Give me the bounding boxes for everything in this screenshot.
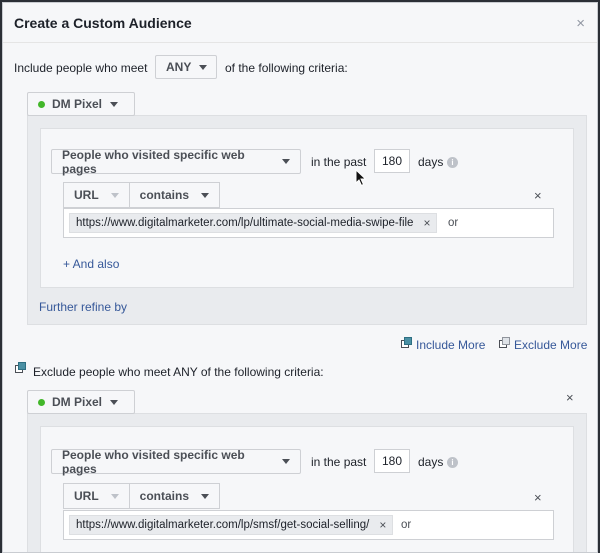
include-rule-type-label: People who visited specific web pages	[62, 147, 245, 176]
chevron-down-icon	[282, 159, 290, 164]
days-label: days	[418, 155, 444, 169]
include-field-label: URL	[74, 188, 99, 202]
include-days-input[interactable]: 180	[374, 149, 410, 173]
include-prefix: Include people who meet	[14, 61, 148, 75]
pixel-status-dot	[38, 100, 45, 108]
exclude-pixel-panel: People who visited specific web pages in…	[27, 413, 587, 552]
exclude-field-dropdown[interactable]: URL	[63, 483, 130, 509]
mouse-cursor-icon	[355, 169, 367, 187]
info-icon[interactable]: i	[447, 457, 458, 468]
exclude-days-input[interactable]: 180	[374, 449, 410, 473]
exclude-label: Exclude people who meet ANY of the follo…	[33, 365, 324, 379]
chevron-down-icon	[199, 64, 208, 70]
exclude-url-token: https://www.digitalmarketer.com/lp/smsf/…	[69, 515, 394, 535]
chevron-down-icon	[110, 399, 119, 405]
days-label: days	[418, 455, 444, 469]
chevron-down-icon	[201, 192, 210, 198]
or-label: or	[401, 519, 412, 531]
further-refine-link[interactable]: Further refine by	[39, 300, 127, 314]
remove-exclusion-icon[interactable]: ×	[566, 390, 574, 405]
include-operator-dropdown[interactable]: contains	[129, 182, 221, 208]
info-icon[interactable]: i	[447, 157, 458, 168]
remove-rule-icon[interactable]: ×	[534, 490, 542, 505]
include-url-field[interactable]: https://www.digitalmarketer.com/lp/ultim…	[63, 208, 554, 238]
dialog-title: Create a Custom Audience	[14, 15, 192, 31]
dialog-header: Create a Custom Audience ×	[3, 3, 597, 43]
chevron-down-icon	[110, 101, 119, 107]
exclude-operator-label: contains	[139, 489, 190, 503]
custom-audience-dialog: Create a Custom Audience × Include peopl…	[2, 2, 598, 553]
include-more-link[interactable]: Include More	[416, 338, 485, 352]
exclude-operator-dropdown[interactable]: contains	[129, 483, 221, 509]
exclude-more-link[interactable]: Exclude More	[514, 338, 587, 352]
close-icon[interactable]: ×	[576, 15, 585, 32]
include-rule-type-dropdown[interactable]: People who visited specific web pages	[51, 147, 301, 176]
include-suffix: of the following criteria:	[225, 61, 348, 75]
and-also-link[interactable]: + And also	[63, 257, 119, 271]
include-match-label: ANY	[166, 60, 192, 74]
include-match-dropdown[interactable]: ANY	[155, 55, 217, 79]
exclude-url-text: https://www.digitalmarketer.com/lp/smsf/…	[76, 519, 370, 531]
chevron-down-icon	[282, 459, 290, 464]
exclude-rule-header: URL contains	[63, 483, 221, 509]
include-pixel-label: DM Pixel	[52, 97, 103, 111]
include-rule-header: URL contains	[63, 182, 221, 208]
include-criteria-box: People who visited specific web pages in…	[40, 128, 574, 288]
chevron-down-icon	[110, 493, 119, 499]
exclude-url-field[interactable]: https://www.digitalmarketer.com/lp/smsf/…	[63, 510, 554, 540]
remove-token-icon[interactable]: ×	[423, 216, 430, 230]
exclude-rule-type-label: People who visited specific web pages	[62, 447, 245, 476]
or-label: or	[448, 217, 459, 229]
include-operator-label: contains	[139, 188, 190, 202]
exclude-pixel-label: DM Pixel	[52, 395, 103, 409]
chevron-down-icon	[201, 493, 210, 499]
remove-token-icon[interactable]: ×	[379, 518, 386, 532]
include-url-text: https://www.digitalmarketer.com/lp/ultim…	[76, 217, 414, 229]
include-more-icon	[401, 337, 413, 349]
exclude-criteria-box: People who visited specific web pages in…	[40, 426, 574, 552]
chevron-down-icon	[110, 192, 119, 198]
include-url-token: https://www.digitalmarketer.com/lp/ultim…	[69, 213, 438, 233]
remove-rule-icon[interactable]: ×	[534, 188, 542, 203]
pixel-status-dot	[38, 398, 45, 406]
exclude-more-icon	[499, 337, 511, 349]
in-the-past-label: in the past	[311, 455, 367, 469]
in-the-past-label: in the past	[311, 155, 367, 169]
include-pixel-dropdown[interactable]: DM Pixel	[27, 92, 135, 116]
exclude-rule-type-dropdown[interactable]: People who visited specific web pages	[51, 447, 301, 476]
exclude-pixel-dropdown[interactable]: DM Pixel	[27, 390, 135, 414]
exclude-field-label: URL	[74, 489, 99, 503]
include-field-dropdown[interactable]: URL	[63, 182, 130, 208]
include-pixel-panel: People who visited specific web pages in…	[27, 115, 587, 325]
exclude-section-icon	[15, 362, 27, 374]
